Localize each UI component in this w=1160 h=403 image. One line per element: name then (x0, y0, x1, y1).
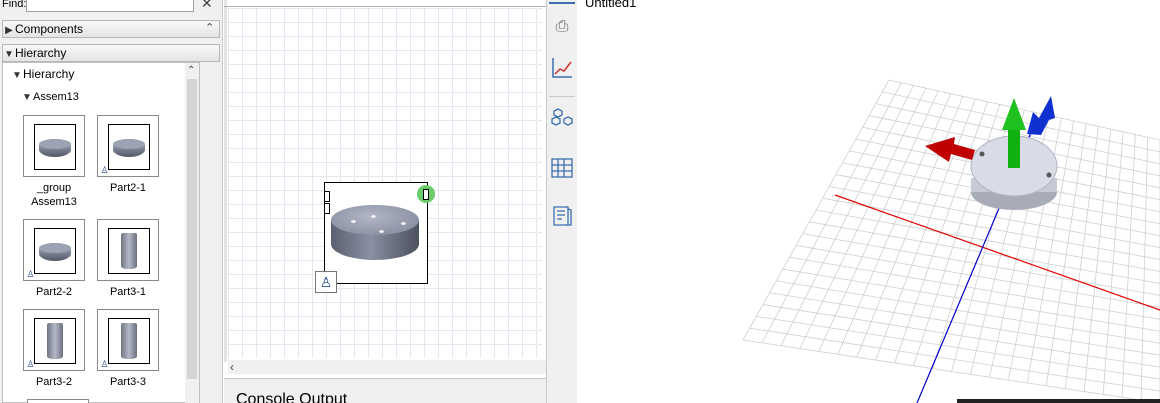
viewport-bottom-bar (957, 399, 1160, 403)
components-section-header[interactable]: ▶ Components (2, 20, 220, 38)
lock-icon[interactable]: ⎙ (549, 14, 575, 40)
part-thumbnail[interactable] (23, 115, 85, 177)
part-preview (34, 124, 76, 170)
grid-line (1064, 126, 1099, 389)
table-icon[interactable] (549, 156, 575, 182)
part-caption: Part2-1 (109, 182, 147, 194)
assembly-link-icon: ♙ (26, 269, 35, 279)
chevron-up-icon[interactable]: ⌃ (187, 65, 195, 76)
find-label: Find: (2, 0, 27, 10)
part-preview (331, 205, 419, 261)
input-port[interactable] (324, 191, 330, 202)
document-icon[interactable] (549, 204, 575, 230)
graph-icon[interactable] (549, 56, 575, 82)
collapse-triangle-icon: ▼ (22, 92, 32, 103)
grid-line (769, 292, 1160, 356)
grid-line (742, 339, 1160, 403)
tree-scrollbar[interactable]: ⌃ (185, 63, 199, 403)
grid-line (1140, 137, 1149, 401)
part-caption: Part3-3 (109, 376, 147, 388)
part-caption: Part2-2 (35, 286, 73, 298)
expand-triangle-icon: ▶ (5, 25, 13, 36)
part-thumbnail[interactable]: ♙ (97, 309, 159, 371)
part-preview (34, 228, 76, 274)
3d-viewport[interactable]: Untitled1 (577, 0, 1160, 403)
part-preview (34, 318, 76, 364)
grid-line (762, 304, 1160, 368)
part-preview (108, 228, 150, 274)
horizontal-scrollbar[interactable]: ‹ (228, 360, 546, 374)
assembly-link-icon: ♙ (100, 359, 109, 369)
part-thumbnail[interactable]: ♙ (23, 219, 85, 281)
vertical-toolbar: ⎙ (546, 0, 578, 403)
tree-assembly-label: Assem13 (33, 91, 79, 103)
collapse-triangle-icon: ▼ (4, 49, 14, 60)
console-panel: Console Output (224, 378, 546, 403)
assembly-link-icon: ♙ (26, 359, 35, 369)
part-thumbnail[interactable] (97, 219, 159, 281)
toolbar-indicator (549, 2, 575, 4)
grid-line (1083, 129, 1112, 392)
hierarchy-tree: ▼Hierarchy ▼Assem13 _group Assem13 ♙ Par… (2, 62, 200, 403)
scrollbar-thumb[interactable] (187, 79, 197, 379)
grid-line (749, 327, 1160, 392)
part-caption: Part3-1 (109, 286, 147, 298)
tree-root[interactable]: ▼Hierarchy (11, 67, 74, 81)
grid-line (756, 315, 1160, 380)
part-block[interactable]: ♙ (315, 182, 435, 293)
part-preview (108, 124, 150, 170)
console-title: Console Output (236, 391, 348, 403)
part-caption: _group Assem13 (31, 182, 77, 208)
3d-scene[interactable] (577, 0, 1160, 403)
blue-arrow-handle[interactable] (1027, 96, 1055, 135)
input-port[interactable] (324, 203, 330, 214)
close-icon[interactable]: ✕ (201, 0, 213, 12)
part-thumbnail[interactable]: ♙ (23, 309, 85, 371)
components-label: Components (15, 22, 84, 36)
grid-line (802, 233, 1160, 296)
collapse-triangle-icon: ▼ (12, 70, 22, 81)
hierarchy-section-header[interactable]: ▼Hierarchy (2, 44, 220, 62)
canvas-divider (224, 6, 546, 7)
assembly-icon[interactable] (549, 106, 575, 132)
part-preview (108, 318, 150, 364)
assembly-link-icon: ♙ (100, 165, 109, 175)
grid-line (809, 221, 1160, 284)
chevron-up-icon[interactable]: ⌃ (205, 21, 214, 34)
ground-grid (742, 79, 1160, 403)
tree-root-label: Hierarchy (23, 67, 75, 81)
library-panel: Find: ✕ ▶ Components ⌃ ▼Hierarchy ▼Hierar… (0, 0, 223, 403)
hierarchy-label: Hierarchy (15, 46, 67, 60)
output-port[interactable] (423, 189, 429, 200)
grid-line (1121, 134, 1136, 398)
chevron-left-icon[interactable]: ‹ (230, 360, 234, 374)
grid-line (815, 209, 1160, 272)
part-thumbnail[interactable]: ♙ (97, 115, 159, 177)
grid-line (796, 245, 1160, 308)
diagram-panel: ♙ ‹ Console Output (224, 0, 546, 403)
tree-assembly-node[interactable]: ▼Assem13 (21, 91, 79, 103)
part-thumbnail[interactable] (27, 399, 89, 403)
part-caption: Part3-2 (35, 376, 73, 388)
assembly-link-icon[interactable]: ♙ (315, 271, 337, 293)
find-bar: Find: ✕ (0, 0, 222, 14)
find-input[interactable] (26, 0, 194, 12)
grid-line (782, 268, 1160, 332)
